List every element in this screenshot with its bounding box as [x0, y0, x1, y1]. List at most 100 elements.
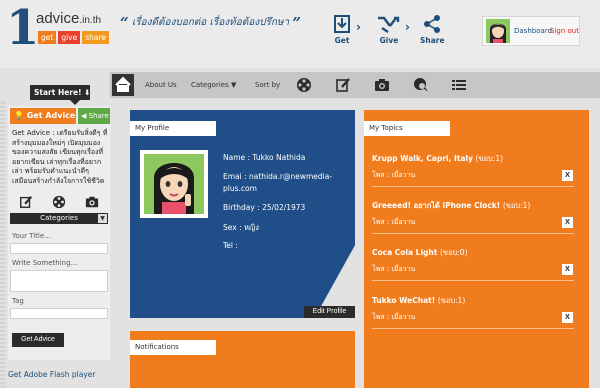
profile-name: Name : Tukko Nathida	[223, 153, 306, 162]
chevron-down-icon: ▼	[230, 81, 237, 89]
divider	[372, 233, 574, 234]
profile-card-title: My Profile	[130, 121, 216, 136]
share-action[interactable]: Share	[420, 14, 445, 45]
topic-title[interactable]: Coca Cola Light (ขอบ:0)	[372, 247, 468, 259]
edit-icon[interactable]	[19, 195, 33, 209]
topic-posted: โพส : เมื่อวาน	[372, 171, 416, 179]
profile-email: Emai : nathida.r@newmedia-	[223, 172, 333, 181]
logo-tag-give: give	[58, 31, 81, 44]
give-action[interactable]: Give	[374, 14, 404, 45]
open-quote-icon: “	[120, 14, 129, 32]
give-icon	[378, 16, 400, 33]
main-nav: About Us Categories ▼ Sort by	[110, 72, 600, 98]
list-item: Greeeed! อยากได้ iPhone Clock! (ขอบ:1) โ…	[364, 200, 589, 244]
title-input[interactable]	[10, 243, 108, 254]
topic-title[interactable]: Greeeed! อยากได้ iPhone Clock! (ขอบ:1)	[372, 200, 530, 212]
categories-select-label: Categories	[40, 214, 78, 222]
home-icon	[115, 76, 131, 92]
avatar[interactable]	[486, 19, 510, 43]
start-here-badge: Start Here! ⬇	[30, 85, 90, 105]
avatar-image	[486, 19, 510, 43]
camera-icon[interactable]	[374, 77, 390, 93]
topic-posted: โพส : เมื่อวาน	[372, 218, 416, 226]
profile-sex: Sex : หญิง	[223, 223, 259, 232]
divider	[372, 186, 574, 187]
arrow-right-icon: ›	[356, 20, 361, 34]
get-action[interactable]: Get	[330, 14, 354, 45]
profile-tel: Tel :	[223, 241, 238, 250]
get-advice-button[interactable]: Get Advice	[12, 333, 64, 347]
get-action-label: Get	[334, 36, 350, 45]
categories-select[interactable]: Categories ▼	[10, 213, 108, 224]
topic-posted: โพส : เมื่อวาน	[372, 313, 416, 321]
topic-title[interactable]: Krupp Walk, Capri, Italy (ขอบ:1)	[372, 153, 503, 165]
tab-get-advice[interactable]: 💡 Get Advice	[10, 108, 76, 124]
edit-icon[interactable]	[335, 77, 351, 93]
dashboard-link[interactable]: Dashboard	[514, 27, 552, 35]
divider	[372, 328, 574, 329]
my-topics-card-title: My Topics	[364, 121, 450, 136]
topic-posted: โพส : เมื่อวาน	[372, 265, 416, 273]
message-textarea[interactable]	[10, 270, 108, 292]
delete-topic-button[interactable]: X	[562, 170, 573, 181]
share-icon	[424, 15, 440, 33]
home-button[interactable]	[112, 74, 134, 96]
camera-icon[interactable]	[85, 195, 99, 209]
chat-icon[interactable]	[413, 77, 429, 93]
tab-share-label: Share	[88, 112, 109, 120]
logo-tag-get: get	[38, 31, 57, 44]
signout-link[interactable]: Sign out	[550, 27, 579, 35]
delete-topic-button[interactable]: X	[562, 264, 573, 275]
profile-card: My Profile Name : Tukko Nathida Emai : n…	[130, 110, 355, 318]
film-reel-icon[interactable]	[52, 195, 66, 209]
write-label: Write Something...	[12, 259, 78, 267]
delete-topic-button[interactable]: X	[562, 217, 573, 228]
edit-profile-button[interactable]: Edit Profile	[304, 306, 355, 318]
notifications-card-title: Notifications	[130, 340, 216, 355]
lightbulb-icon: 💡	[14, 111, 24, 120]
site-logo[interactable]: 1 advice.in.th get give share	[6, 0, 110, 56]
film-reel-icon[interactable]	[296, 77, 312, 93]
chevron-down-icon: ▼	[98, 214, 107, 223]
profile-photo	[140, 150, 208, 218]
list-item: Krupp Walk, Capri, Italy (ขอบ:1) โพส : เ…	[364, 153, 589, 197]
profile-email-cont: plus.com	[223, 184, 257, 193]
tag-input[interactable]	[10, 308, 108, 319]
list-icon[interactable]	[451, 77, 467, 93]
divider	[372, 280, 574, 281]
get-advice-description: Get Advice : เตรียมรับสิ่งดีๆ ที่สร้างมุ…	[12, 129, 108, 185]
logo-number: 1	[6, 0, 39, 56]
arrow-right-icon: ›	[405, 20, 410, 34]
topic-title[interactable]: Tukko WeChat! (ขอบ:1)	[372, 295, 465, 307]
nav-about-us[interactable]: About Us	[145, 81, 177, 89]
tab-share[interactable]: ◀ Share	[78, 108, 110, 124]
flash-player-link[interactable]: Get Adobe Flash player	[8, 370, 95, 379]
get-advice-header: 💡 Get Advice ◀ Share	[8, 106, 110, 124]
post-type-toolbar	[10, 192, 108, 212]
share-action-label: Share	[420, 36, 445, 45]
nav-sort-by[interactable]: Sort by	[255, 81, 280, 89]
tagline-text: เรื่องดีต้องบอกต่อ เรื่องท้อต้องปรึกษา	[131, 17, 290, 28]
profile-birthday: Birthday : 25/02/1973	[223, 203, 306, 212]
tag-label: Tag	[12, 297, 24, 305]
profile-image	[144, 154, 204, 214]
header: 1 advice.in.th get give share “ เรื่องดี…	[0, 0, 600, 68]
tagline: “ เรื่องดีต้องบอกต่อ เรื่องท้อต้องปรึกษา…	[120, 14, 301, 32]
close-quote-icon: ”	[292, 14, 301, 32]
notifications-card: Notifications	[130, 331, 355, 388]
logo-tag-share: share	[82, 31, 110, 44]
title-label: Your Title...	[12, 232, 51, 240]
user-box: Dashboard Sign out	[482, 16, 580, 46]
share-tab-arrow-icon: ◀	[81, 112, 87, 120]
tab-get-advice-label: Get Advice	[26, 111, 76, 120]
download-icon	[334, 15, 350, 33]
background-stripe	[0, 100, 6, 388]
list-item: Tukko WeChat! (ขอบ:1) โพส : เมื่อวาน X	[364, 295, 589, 339]
get-advice-panel: 💡 Get Advice ◀ Share Get Advice : เตรียม…	[8, 106, 110, 360]
delete-topic-button[interactable]: X	[562, 312, 573, 323]
nav-categories[interactable]: Categories ▼	[191, 81, 236, 89]
give-action-label: Give	[379, 36, 399, 45]
logo-name: advice.in.th	[36, 10, 102, 27]
list-item: Coca Cola Light (ขอบ:0) โพส : เมื่อวาน X	[364, 247, 589, 291]
logo-tags: get give share	[38, 31, 110, 44]
